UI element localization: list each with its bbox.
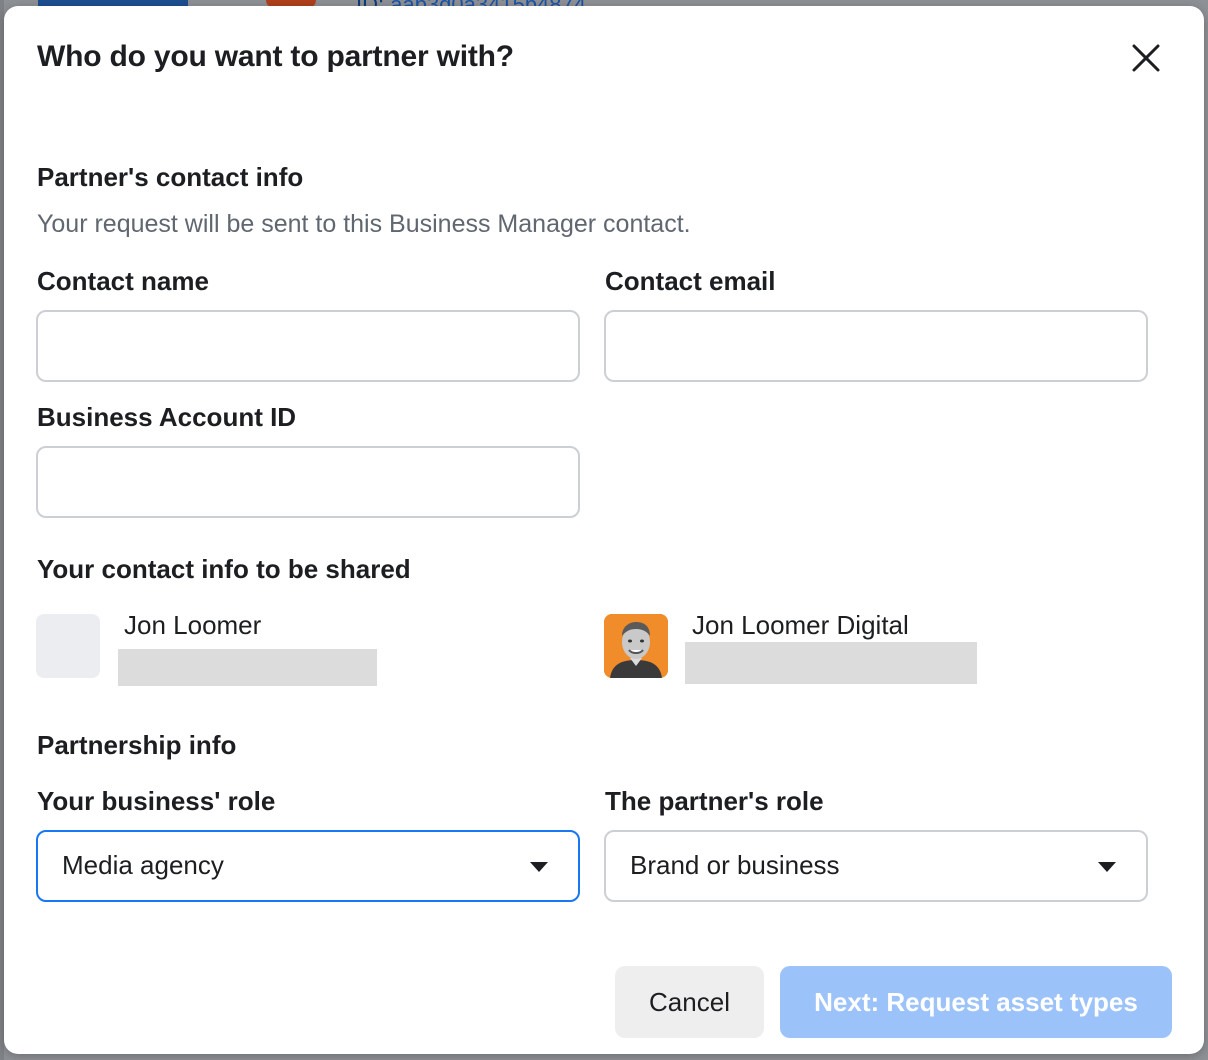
partnership-heading: Partnership info [37,730,237,760]
person-name: Jon Loomer [124,610,262,640]
business-id-input[interactable] [36,446,580,518]
business-email-redacted [685,642,977,684]
business-avatar [604,614,668,678]
close-icon [1132,44,1160,72]
partner-contact-subtext: Your request will be sent to this Busine… [37,210,691,238]
business-id-label: Business Account ID [37,402,297,432]
close-button[interactable] [1126,38,1166,78]
partner-dialog: Who do you want to partner with? Partner… [4,6,1204,1054]
contact-email-input[interactable] [604,310,1148,382]
your-role-label: Your business' role [37,786,276,816]
partner-role-label: The partner's role [605,786,824,816]
cancel-button[interactable]: Cancel [615,966,764,1038]
your-role-select[interactable]: Media agency [36,830,580,902]
chevron-down-icon [530,862,548,872]
contact-name-input[interactable] [36,310,580,382]
person-photo-icon [604,614,668,678]
chevron-down-icon [1098,862,1116,872]
person-email-redacted [118,649,377,686]
partner-role-select[interactable]: Brand or business [604,830,1148,902]
your-contact-heading: Your contact info to be shared [37,554,411,584]
partner-contact-heading: Partner's contact info [37,162,304,192]
your-role-value: Media agency [62,850,224,880]
dialog-title: Who do you want to partner with? [37,40,514,73]
contact-email-label: Contact email [605,266,776,296]
next-request-asset-types-button[interactable]: Next: Request asset types [780,966,1172,1038]
person-avatar [36,614,100,678]
partner-role-value: Brand or business [630,850,840,880]
business-name: Jon Loomer Digital [692,610,909,640]
contact-name-label: Contact name [37,266,209,296]
